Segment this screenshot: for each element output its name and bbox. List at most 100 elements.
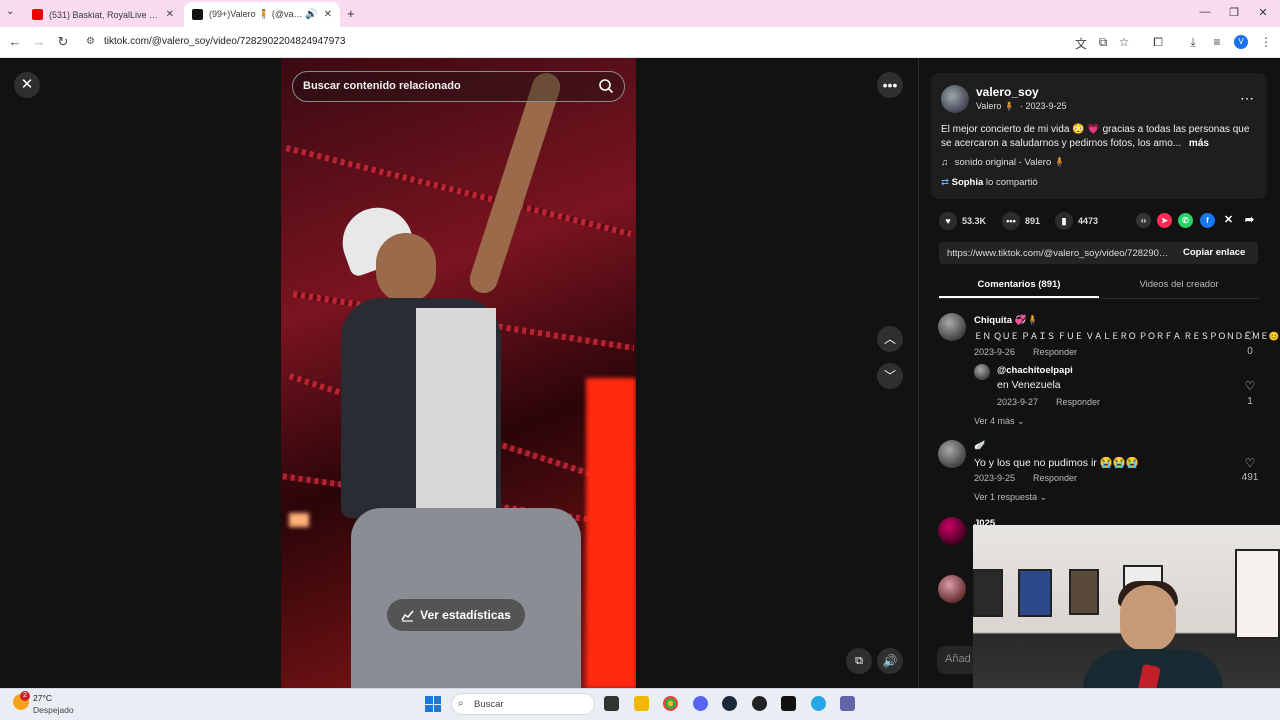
reply-button[interactable]: Responder	[1033, 347, 1077, 357]
repost-info: ⇄ Sophia lo compartió	[941, 177, 1038, 188]
sound-link[interactable]: ♫ sonido original - Valero 🧍	[941, 157, 1066, 168]
minimize-button[interactable]: —	[1196, 6, 1214, 18]
video-player[interactable]	[281, 58, 636, 688]
reload-button[interactable]: ↻	[54, 34, 72, 50]
commenter-avatar[interactable]	[974, 364, 990, 380]
obs-icon[interactable]	[752, 696, 767, 711]
taskbar-search-placeholder: Buscar	[474, 699, 504, 710]
youtube-icon	[32, 9, 43, 20]
reply-button[interactable]: Responder	[1056, 397, 1100, 407]
comment-like-count: 0	[1247, 346, 1253, 357]
url-text[interactable]: tiktok.com/@valero_soy/video/72829022048…	[104, 36, 345, 47]
comment-date: 2023-9-25	[974, 473, 1016, 483]
volume-button[interactable]: 🔊	[877, 648, 903, 674]
more-options-button[interactable]: •••	[877, 72, 903, 98]
comment-username[interactable]: 🪽	[974, 440, 985, 451]
post-date: · 2023-9-25	[1020, 101, 1067, 111]
comment-like-icon[interactable]: ♡	[1243, 329, 1257, 343]
browser-tab-youtube[interactable]: (531) Baskiat, RoyalLive - Báilam ✕	[24, 2, 182, 27]
profile-avatar[interactable]: V	[1234, 35, 1248, 49]
view-stats-label: Ver estadísticas	[420, 608, 511, 622]
download-icon[interactable]: ⤓	[1185, 35, 1201, 50]
likes-stat[interactable]: ♥ 53.3K	[939, 212, 986, 230]
view-more-replies[interactable]: Ver 4 más ⌄	[974, 416, 1025, 427]
steam-icon[interactable]	[722, 696, 737, 711]
task-view-icon[interactable]	[604, 696, 619, 711]
comment-like-icon[interactable]: ♡	[1243, 379, 1257, 393]
browser-tab-tiktok[interactable]: (99+)Valero 🧍 (@valero_s 🔊 ✕	[184, 2, 340, 27]
site-info-icon[interactable]: ⚙	[86, 36, 95, 47]
saves-stat[interactable]: ▮ 4473	[1055, 212, 1098, 230]
telegram-icon[interactable]	[811, 696, 826, 711]
previous-video-button[interactable]: ︿	[877, 326, 903, 352]
share-link-text[interactable]: https://www.tiktok.com/@valero_soy/video…	[947, 248, 1171, 259]
comment-username[interactable]: @chachitoelpapi	[997, 365, 1073, 376]
comment-username[interactable]: Chiquita 💞🧍	[974, 315, 1038, 326]
whatsapp-icon[interactable]: ✆	[1178, 213, 1193, 228]
copy-link-button[interactable]: Copiar enlace	[1175, 243, 1253, 263]
teams-icon[interactable]	[840, 696, 855, 711]
commenter-avatar[interactable]	[938, 313, 966, 341]
close-viewer-button[interactable]: ✕	[14, 72, 40, 98]
close-window-button[interactable]: ✕	[1254, 6, 1272, 19]
comment-text: Yo y los que no pudimos ir 😭😭😭	[974, 457, 1139, 469]
floating-player-button[interactable]: ⧉	[846, 648, 872, 674]
share-arrow-icon[interactable]: ➦	[1242, 213, 1257, 228]
install-app-icon[interactable]: ⧉	[1095, 35, 1111, 50]
next-video-button[interactable]: ﹀	[877, 363, 903, 389]
creator-nickname: Valero 🧍	[976, 101, 1016, 111]
comment-date: 2023-9-26	[974, 347, 1016, 357]
new-tab-button[interactable]: +	[347, 6, 355, 21]
tab-divider	[939, 298, 1259, 299]
embed-icon[interactable]: ‹›	[1136, 213, 1151, 228]
reply-button[interactable]: Responder	[1033, 473, 1077, 483]
comment-text: en Venezuela	[997, 379, 1061, 391]
close-tab-icon[interactable]: ✕	[166, 9, 174, 20]
heart-icon: ♥	[939, 212, 957, 230]
translate-icon[interactable]: 文	[1073, 35, 1089, 52]
speaker-icon[interactable]: 🔊	[305, 9, 317, 20]
x-icon[interactable]: ✕	[1221, 213, 1236, 228]
show-more-link[interactable]: más	[1189, 138, 1209, 149]
restore-button[interactable]: ❐	[1225, 6, 1243, 19]
forward-button[interactable]: →	[30, 34, 48, 49]
windows-start-icon[interactable]	[425, 696, 441, 712]
send-icon[interactable]: ➤	[1157, 213, 1172, 228]
comment-icon: •••	[1002, 212, 1020, 230]
chrome-menu-icon[interactable]: ⋮	[1258, 35, 1274, 49]
post-more-icon[interactable]: ⋯	[1240, 90, 1254, 107]
creator-avatar[interactable]	[941, 85, 969, 113]
extensions-icon[interactable]: ⧠	[1150, 35, 1166, 50]
music-note-icon: ♫	[941, 157, 949, 168]
discord-icon[interactable]	[693, 696, 708, 711]
media-controls-icon[interactable]: ≡	[1209, 35, 1225, 49]
view-more-replies[interactable]: Ver 1 respuesta ⌄	[974, 492, 1047, 503]
comment-like-icon[interactable]: ♡	[1243, 456, 1257, 470]
tiktok-app-icon[interactable]	[781, 696, 796, 711]
commenter-avatar[interactable]	[938, 517, 966, 545]
close-tab-icon[interactable]: ✕	[324, 9, 332, 20]
notification-badge: 2	[20, 691, 30, 701]
tab-comments[interactable]: Comentarios (891)	[939, 279, 1099, 290]
file-explorer-icon[interactable]	[634, 696, 649, 711]
weather-condition: Despejado	[33, 705, 74, 715]
comment-like-count: 491	[1241, 472, 1259, 483]
comment-input-placeholder: Añad	[945, 653, 971, 665]
creator-username[interactable]: valero_soy	[976, 85, 1039, 99]
tab-search-chevron-icon[interactable]: ⌄	[6, 6, 14, 17]
taskbar-search-input[interactable]	[451, 693, 595, 715]
comments-stat[interactable]: ••• 891	[1002, 212, 1040, 230]
chart-icon	[401, 610, 414, 622]
back-button[interactable]: ←	[6, 34, 24, 49]
bookmark-star-icon[interactable]: ☆	[1116, 35, 1132, 49]
post-caption: El mejor concierto de mi vida 😳 💗 gracia…	[941, 124, 1250, 149]
related-search-placeholder: Buscar contenido relacionado	[303, 80, 461, 92]
search-icon[interactable]	[598, 78, 614, 94]
view-stats-button[interactable]: Ver estadísticas	[387, 599, 525, 631]
tab-creator-videos[interactable]: Videos del creador	[1099, 279, 1259, 290]
chrome-icon[interactable]	[663, 696, 678, 711]
facebook-icon[interactable]: f	[1200, 213, 1215, 228]
weather-temperature[interactable]: 27°C	[33, 693, 52, 703]
commenter-avatar[interactable]	[938, 440, 966, 468]
commenter-avatar[interactable]	[938, 575, 966, 603]
